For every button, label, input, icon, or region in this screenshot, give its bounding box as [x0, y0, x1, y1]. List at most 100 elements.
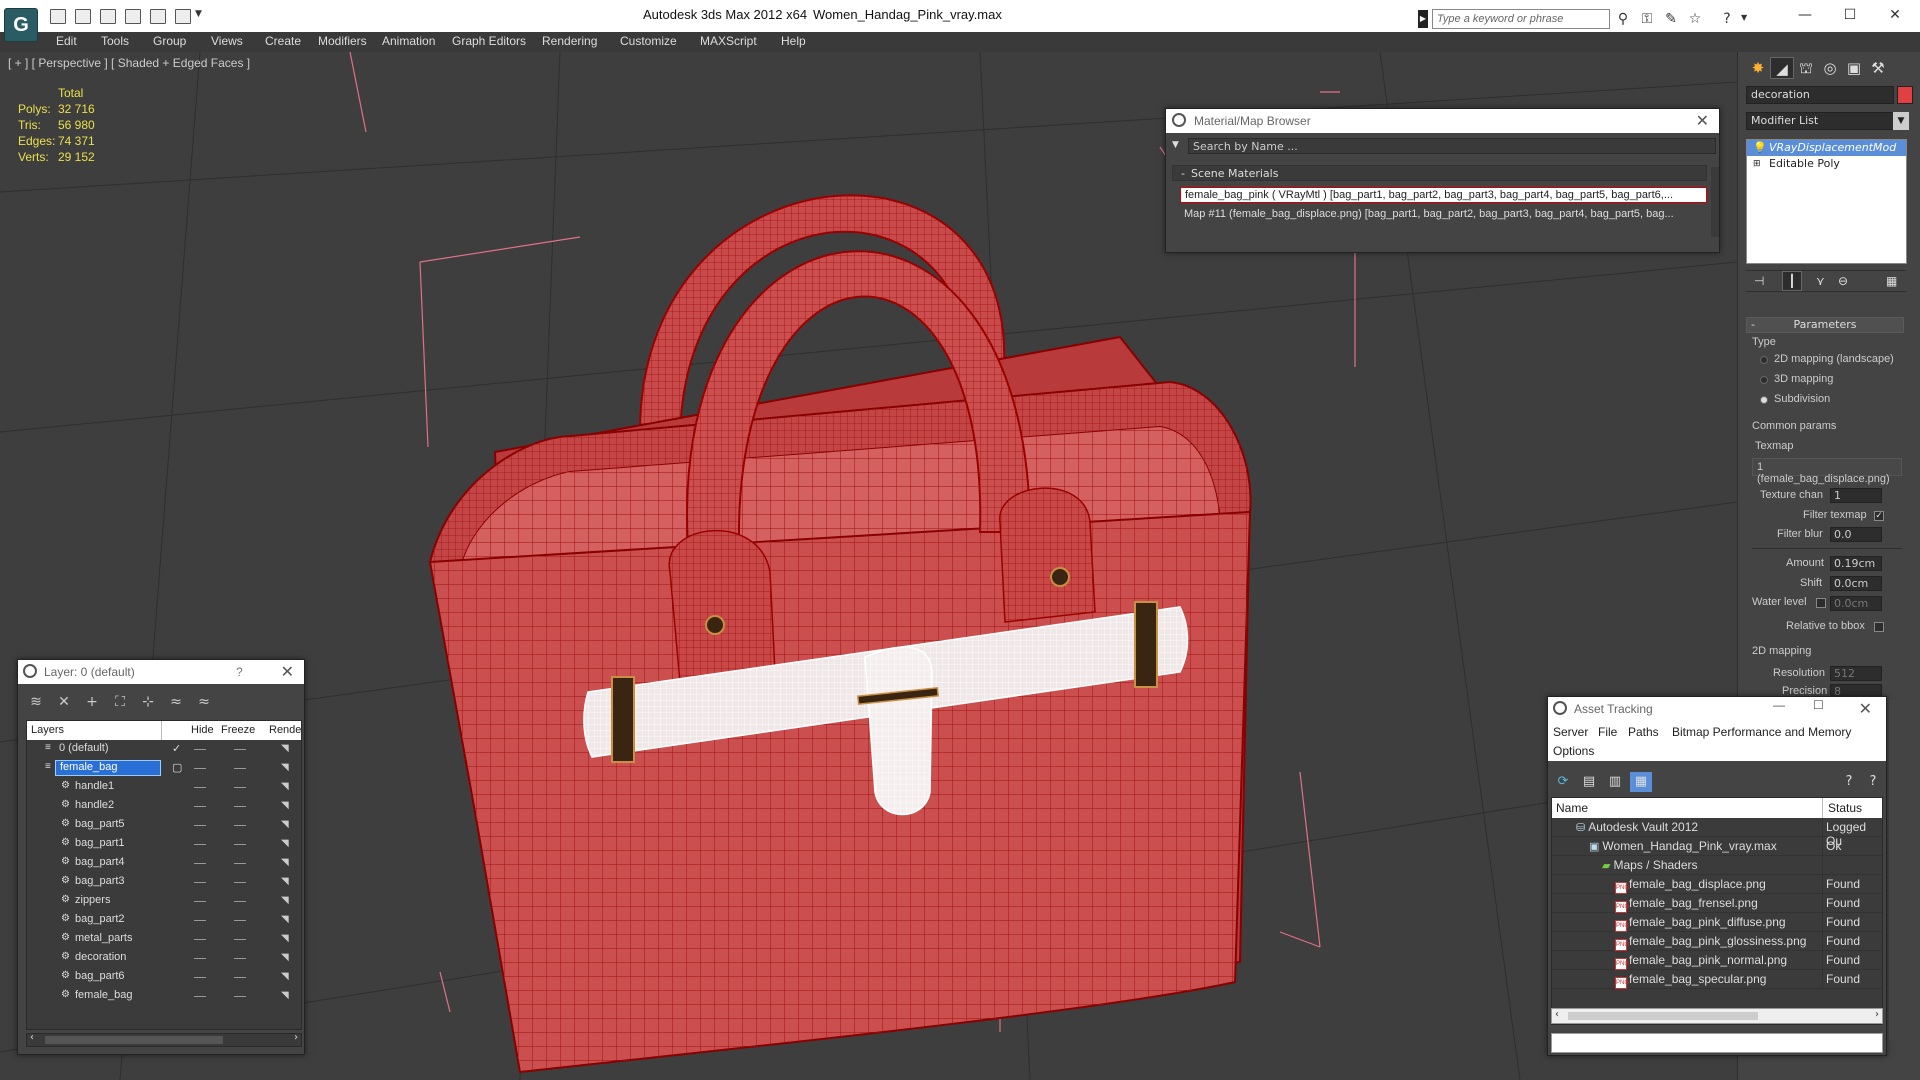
freeze-all-layers-icon[interactable]: ≈: [194, 693, 214, 711]
render-teapot-icon[interactable]: ◥: [281, 857, 289, 868]
stack-item-editable-poly[interactable]: ⊞ Editable Poly: [1747, 156, 1906, 172]
help-icon[interactable]: ?: [1718, 10, 1736, 28]
water-level-spinner[interactable]: 0.0cm: [1830, 596, 1882, 611]
layer-row[interactable]: ⚙ metal_parts ◥: [27, 930, 301, 949]
table-view-icon[interactable]: ▦: [1630, 772, 1652, 792]
chevron-left-icon[interactable]: ‹: [1555, 1009, 1559, 1020]
layer-row[interactable]: ⚙ bag_part1 ◥: [27, 835, 301, 854]
radio-subdivision[interactable]: [1760, 396, 1768, 404]
close-icon[interactable]: ✕: [281, 662, 294, 682]
freeze-toggle[interactable]: [234, 977, 246, 978]
remove-modifier-icon[interactable]: ⊖: [1838, 274, 1848, 288]
set-active-layer-icon[interactable]: ▢: [172, 761, 182, 774]
panel-scrollbar[interactable]: [1889, 700, 1897, 1040]
browser-options-dropdown-icon[interactable]: ▼: [1172, 140, 1179, 150]
layer-row[interactable]: ⚙ bag_part2 ◥: [27, 911, 301, 930]
app-logo[interactable]: G: [4, 8, 38, 42]
menu-edit[interactable]: Edit: [56, 34, 77, 48]
freeze-toggle[interactable]: [234, 806, 246, 807]
open-file-icon[interactable]: [50, 9, 66, 24]
undo-icon[interactable]: [125, 9, 141, 24]
freeze-toggle[interactable]: [234, 749, 246, 750]
maximize-icon[interactable]: ☐: [1813, 698, 1824, 712]
hide-toggle[interactable]: [194, 901, 206, 902]
viewport-label[interactable]: [ + ] [ Perspective ] [ Shaded + Edged F…: [8, 56, 250, 70]
freeze-toggle[interactable]: [234, 939, 246, 940]
binoculars-icon[interactable]: ⚲: [1614, 10, 1632, 28]
layer-row[interactable]: ⚙ bag_part5 ◥: [27, 816, 301, 835]
favorites-star-icon[interactable]: ☆: [1686, 10, 1704, 28]
menu-file[interactable]: File: [1598, 725, 1617, 739]
material-row[interactable]: female_bag_pink ( VRayMtl ) [bag_part1, …: [1180, 187, 1707, 203]
scene-materials-group[interactable]: - Scene Materials: [1172, 165, 1707, 181]
render-teapot-icon[interactable]: ◥: [281, 819, 289, 830]
asset-row[interactable]: PNGfemale_bag_pink_normal.png Found: [1552, 951, 1882, 970]
chevron-right-icon[interactable]: ›: [1875, 1009, 1879, 1020]
freeze-toggle[interactable]: [234, 996, 246, 997]
select-objects-icon[interactable]: ⛶: [110, 693, 130, 711]
asset-row[interactable]: ▣ Women_Handag_Pink_vray.max Ok: [1552, 837, 1882, 856]
layer-row[interactable]: ⚙ zippers ◥: [27, 892, 301, 911]
freeze-toggle[interactable]: [234, 958, 246, 959]
render-teapot-icon[interactable]: ◥: [281, 971, 289, 982]
layer-row[interactable]: ⚙ bag_part3 ◥: [27, 873, 301, 892]
menu-bitmap-performance[interactable]: Bitmap Performance and Memory: [1672, 725, 1851, 739]
hide-toggle[interactable]: [194, 787, 206, 788]
hide-toggle[interactable]: [194, 977, 206, 978]
freeze-toggle[interactable]: [234, 920, 246, 921]
show-end-result-icon[interactable]: ┃: [1782, 271, 1802, 291]
menu-modifiers[interactable]: Modifiers: [318, 34, 367, 48]
lightbulb-icon[interactable]: 💡: [1753, 140, 1767, 156]
scrollbar[interactable]: [1711, 167, 1719, 237]
keyword-search-input[interactable]: Type a keyword or phrase: [1432, 9, 1610, 29]
hide-toggle[interactable]: [194, 825, 206, 826]
chevron-left-icon[interactable]: ‹: [30, 1032, 34, 1043]
menu-help[interactable]: Help: [781, 34, 806, 48]
render-teapot-icon[interactable]: ◥: [281, 952, 289, 963]
hide-toggle[interactable]: [194, 882, 206, 883]
render-teapot-icon[interactable]: ◥: [281, 876, 289, 887]
asset-row[interactable]: ⛁ Autodesk Vault 2012 Logged Ou: [1552, 818, 1882, 848]
close-icon[interactable]: ✕: [1875, 4, 1915, 26]
render-teapot-icon[interactable]: ◥: [281, 838, 289, 849]
texmap-button[interactable]: 1 (female_bag_displace.png): [1752, 458, 1902, 485]
close-icon[interactable]: ✕: [1859, 699, 1872, 719]
delete-layer-icon[interactable]: ✕: [54, 693, 74, 711]
chevron-down-icon[interactable]: ▼: [1893, 112, 1909, 130]
vault-help-icon[interactable]: ?: [1838, 772, 1860, 792]
hide-toggle[interactable]: [194, 806, 206, 807]
list-view-icon[interactable]: ▤: [1578, 772, 1600, 792]
render-teapot-icon[interactable]: ◥: [281, 895, 289, 906]
hide-toggle[interactable]: [194, 749, 206, 750]
modifier-list-dropdown[interactable]: Modifier List: [1746, 112, 1908, 130]
make-unique-icon[interactable]: ⋎: [1816, 274, 1825, 288]
new-layer-icon[interactable]: ≋: [26, 693, 46, 711]
hierarchy-tab-icon[interactable]: ⛫: [1794, 57, 1818, 79]
menu-graph-editors[interactable]: Graph Editors: [452, 34, 526, 48]
menu-options[interactable]: Options: [1553, 744, 1594, 758]
render-teapot-icon[interactable]: ◥: [281, 762, 289, 773]
quick-access-dropdown-icon[interactable]: ▼: [195, 9, 202, 19]
menu-paths[interactable]: Paths: [1628, 725, 1659, 739]
asset-row[interactable]: ▰ Maps / Shaders: [1552, 856, 1882, 875]
resolution-spinner[interactable]: 512: [1830, 666, 1882, 681]
refresh-icon[interactable]: ⟳: [1552, 772, 1574, 792]
asset-path-field[interactable]: [1551, 1033, 1883, 1053]
details-view-icon[interactable]: ▥: [1604, 772, 1626, 792]
expand-plus-icon[interactable]: ⊞: [1753, 156, 1761, 172]
layer-row[interactable]: ⚙ decoration ◥: [27, 949, 301, 968]
hide-toggle[interactable]: [194, 768, 206, 769]
render-teapot-icon[interactable]: ◥: [281, 990, 289, 1001]
shift-spinner[interactable]: 0.0cm: [1830, 576, 1882, 591]
configure-sets-icon[interactable]: ▦: [1886, 274, 1897, 288]
hide-toggle[interactable]: [194, 996, 206, 997]
freeze-toggle[interactable]: [234, 768, 246, 769]
horizontal-scrollbar[interactable]: ‹ ›: [26, 1032, 302, 1047]
asset-row[interactable]: PNGfemale_bag_specular.png Found: [1552, 970, 1882, 989]
subscription-icon[interactable]: ⚿: [1638, 10, 1656, 28]
utilities-tab-icon[interactable]: ⚒: [1866, 57, 1890, 79]
chevron-right-icon[interactable]: ›: [294, 1032, 298, 1043]
menu-animation[interactable]: Animation: [382, 34, 435, 48]
object-name-field[interactable]: decoration: [1746, 86, 1894, 104]
layer-row[interactable]: ⚙ bag_part4 ◥: [27, 854, 301, 873]
